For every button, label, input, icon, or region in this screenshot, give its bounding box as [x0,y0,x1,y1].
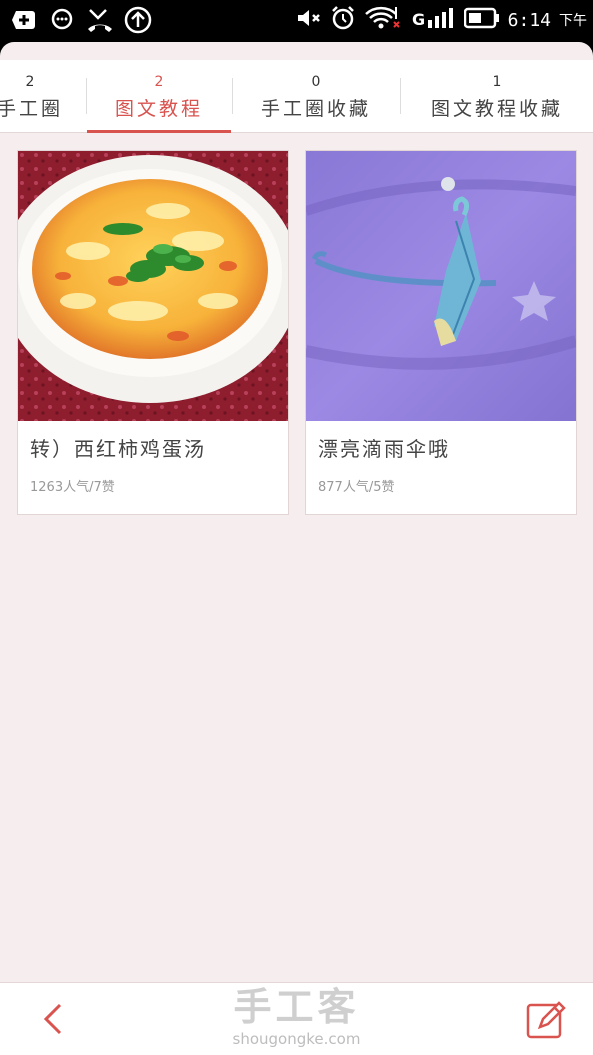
tutorial-card[interactable]: 漂亮滴雨伞哦 877人气/5赞 [305,150,577,515]
card-title: 漂亮滴雨伞哦 [318,437,450,461]
status-ampm: 下午 [559,13,587,29]
card-title: 转）西红柿鸡蛋汤 [30,437,206,461]
card-meta: 1263人气/7赞 [30,480,115,495]
tab-tutorials[interactable]: 2 图文教程 [87,60,231,132]
edit-button[interactable] [524,997,568,1041]
card-meta: 877人气/5赞 [318,480,395,495]
active-tab-indicator [87,130,231,133]
add-box-icon [10,6,38,34]
alarm-icon [330,5,356,35]
signal-icon: G [412,6,456,34]
battery-icon [463,7,500,33]
bottom-bar: 手工客 shougongke.com [0,982,593,1055]
wifi-icon [364,5,404,35]
tab-label: 手工圈收藏 [260,98,371,120]
brand-url: shougongke.com [232,1030,361,1048]
svg-text:G: G [412,10,425,29]
sheet-edge [0,42,593,62]
edit-icon [526,1001,566,1039]
tab-count: 0 [311,74,321,90]
status-time: 6:14 [507,9,551,31]
upload-arrow-icon [124,6,152,34]
tab-label: 手工圈 [0,98,63,120]
tab-label: 图文教程收藏 [430,98,563,120]
brand-name: 手工客 [233,985,360,1029]
tab-label: 图文教程 [114,98,203,120]
origami-umbrella-photo[interactable] [306,151,576,421]
tab-handwork-favorites[interactable]: 0 手工圈收藏 [233,60,399,132]
tab-bar: 2 手工圈 2 图文教程 0 手工圈收藏 1 图文教程收藏 [0,60,593,133]
missed-call-icon [86,6,114,34]
tab-count: 2 [25,74,35,90]
tab-count: 1 [492,74,502,90]
brand-watermark: 手工客 shougongke.com [0,983,593,1047]
tab-tutorial-favorites[interactable]: 1 图文教程收藏 [401,60,593,132]
tab-handwork-circle[interactable]: 2 手工圈 [0,60,80,132]
tab-count: 2 [154,74,164,90]
tutorial-card[interactable]: 转）西红柿鸡蛋汤 1263人气/7赞 [17,150,289,515]
chat-bubble-icon [48,6,76,34]
status-bar: G 6:14 下午 [0,0,593,42]
tomato-egg-soup-photo[interactable] [18,151,288,421]
volume-mute-icon [296,7,322,33]
